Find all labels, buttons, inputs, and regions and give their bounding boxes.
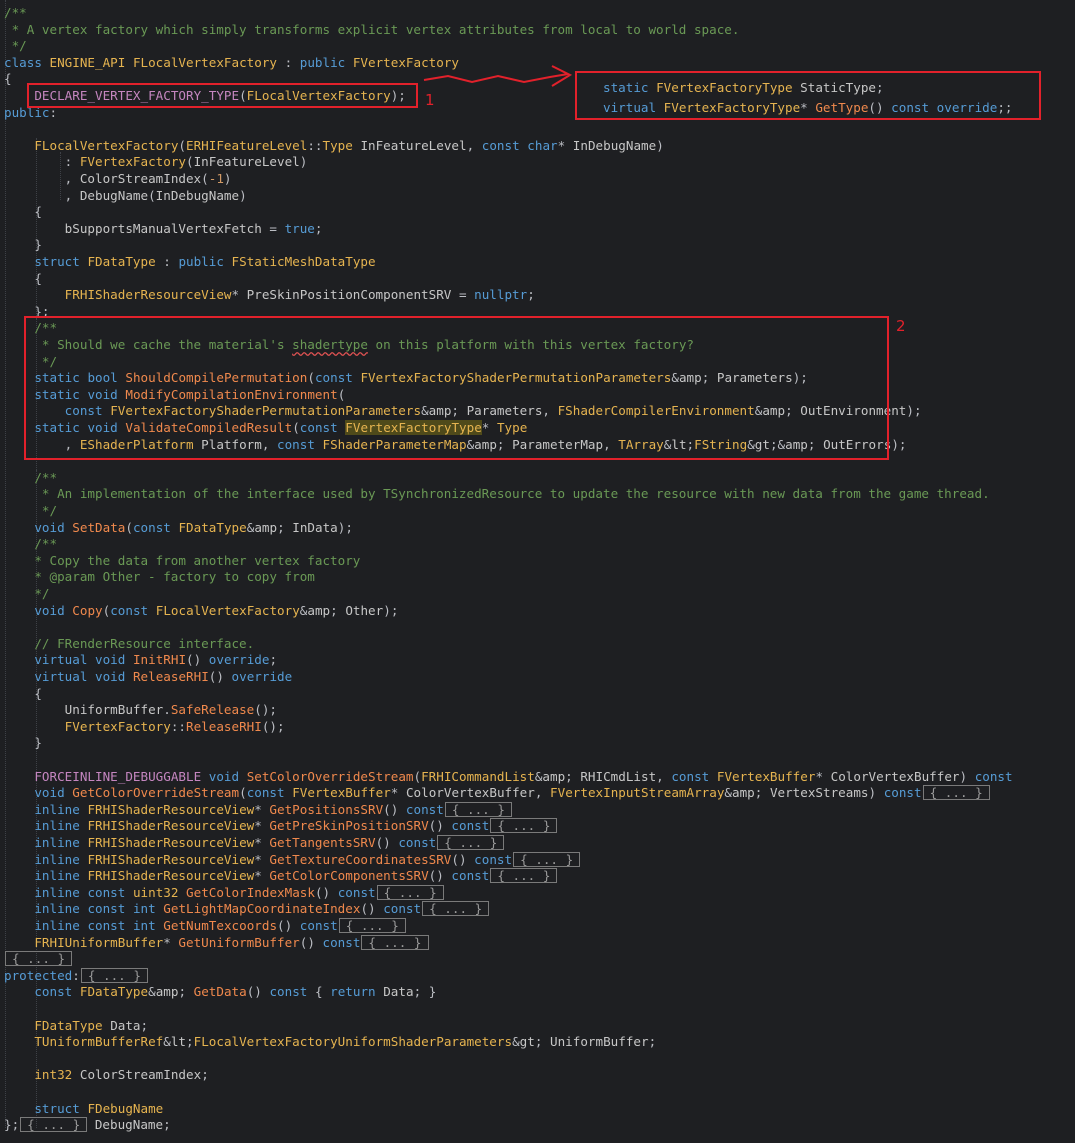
code-line-18[interactable]: FRHIShaderResourceView* PreSkinPositionC… xyxy=(4,286,535,303)
code-line-34[interactable]: * Copy the data from another vertex fact… xyxy=(4,552,360,569)
code-line-57[interactable]: FRHIUniformBuffer* GetUniformBuffer() co… xyxy=(4,934,429,951)
code-line-52[interactable]: inline FRHIShaderResourceView* GetTextur… xyxy=(4,851,581,868)
code-line-65[interactable]: int32 ColorStreamIndex; xyxy=(4,1066,208,1083)
code-line-45[interactable]: } xyxy=(4,734,42,751)
code-line-55[interactable]: inline const int GetLightMapCoordinateIn… xyxy=(4,900,490,917)
code-line-5[interactable]: { xyxy=(4,70,12,87)
code-line-17[interactable]: { xyxy=(4,270,42,287)
code-editor[interactable]: /** * A vertex factory which simply tran… xyxy=(0,0,1075,1143)
code-line-12[interactable]: , DebugName(InDebugName) xyxy=(4,187,247,204)
folded-code-block[interactable]: { ... } xyxy=(490,818,558,834)
code-line-36[interactable]: */ xyxy=(4,585,49,602)
code-line-53[interactable]: inline FRHIShaderResourceView* GetColorC… xyxy=(4,867,558,884)
annotation-box-declare-macro xyxy=(27,83,418,108)
folded-code-block[interactable]: { ... } xyxy=(80,967,148,983)
code-line-35[interactable]: * @param Other - factory to copy from xyxy=(4,568,315,585)
popup-line-get-type: virtual FVertexFactoryType* GetType() co… xyxy=(603,100,1013,115)
code-line-31[interactable]: */ xyxy=(4,502,57,519)
code-line-47[interactable]: FORCEINLINE_DEBUGGABLE void SetColorOver… xyxy=(4,768,1012,785)
code-line-42[interactable]: { xyxy=(4,685,42,702)
code-line-67[interactable]: struct FDebugName xyxy=(4,1100,163,1117)
code-line-30[interactable]: * An implementation of the interface use… xyxy=(4,485,990,502)
code-line-59[interactable]: protected:{ ... } xyxy=(4,967,148,984)
folded-code-block[interactable]: { ... } xyxy=(422,901,490,917)
code-line-4[interactable]: class ENGINE_API FLocalVertexFactory : p… xyxy=(4,54,459,71)
popup-line-static-type: static FVertexFactoryType StaticType; xyxy=(603,80,884,95)
folded-code-block[interactable]: { ... } xyxy=(20,1117,88,1133)
folded-code-block[interactable]: { ... } xyxy=(922,785,990,801)
code-line-11[interactable]: , ColorStreamIndex(-1) xyxy=(4,170,232,187)
code-line-2[interactable]: * A vertex factory which simply transfor… xyxy=(4,21,740,38)
folded-code-block[interactable]: { ... } xyxy=(338,918,406,933)
code-line-29[interactable]: /** xyxy=(4,469,57,486)
code-line-15[interactable]: } xyxy=(4,236,42,253)
folded-code-block[interactable]: { ... } xyxy=(361,934,429,950)
code-line-51[interactable]: inline FRHIShaderResourceView* GetTangen… xyxy=(4,834,505,851)
code-line-37[interactable]: void Copy(const FLocalVertexFactory&amp;… xyxy=(4,602,398,619)
code-line-48[interactable]: void GetColorOverrideStream(const FVerte… xyxy=(4,784,990,801)
code-line-43[interactable]: UniformBuffer.SafeRelease(); xyxy=(4,701,277,718)
code-line-50[interactable]: inline FRHIShaderResourceView* GetPreSki… xyxy=(4,817,558,834)
code-line-3[interactable]: */ xyxy=(4,37,27,54)
code-line-63[interactable]: TUniformBufferRef&lt;FLocalVertexFactory… xyxy=(4,1033,656,1050)
code-line-39[interactable]: // FRenderResource interface. xyxy=(4,635,254,652)
code-line-68[interactable]: };{ ... } DebugName; xyxy=(4,1116,171,1133)
code-line-40[interactable]: virtual void InitRHI() override; xyxy=(4,651,277,668)
code-line-58[interactable]: { ... } xyxy=(4,950,73,967)
code-line-16[interactable]: struct FDataType : public FStaticMeshDat… xyxy=(4,253,375,270)
code-line-13[interactable]: { xyxy=(4,203,42,220)
code-line-14[interactable]: bSupportsManualVertexFetch = true; xyxy=(4,220,323,237)
folded-code-block[interactable]: { ... } xyxy=(490,868,558,884)
code-line-33[interactable]: /** xyxy=(4,535,57,552)
code-line-60[interactable]: const FDataType&amp; GetData() const { r… xyxy=(4,983,436,1000)
code-line-32[interactable]: void SetData(const FDataType&amp; InData… xyxy=(4,519,353,536)
folded-code-block[interactable]: { ... } xyxy=(513,851,581,867)
code-line-56[interactable]: inline const int GetNumTexcoords() const… xyxy=(4,917,406,934)
folded-code-block[interactable]: { ... } xyxy=(5,951,73,967)
code-line-62[interactable]: FDataType Data; xyxy=(4,1017,148,1034)
code-line-54[interactable]: inline const uint32 GetColorIndexMask() … xyxy=(4,884,444,901)
annotation-box-static-functions xyxy=(24,316,889,460)
code-line-44[interactable]: FVertexFactory::ReleaseRHI(); xyxy=(4,718,285,735)
code-line-10[interactable]: : FVertexFactory(InFeatureLevel) xyxy=(4,153,308,170)
annotation-label-2: 2 xyxy=(896,317,906,335)
macro-expansion-popup: static FVertexFactoryType StaticType; vi… xyxy=(575,71,1041,120)
code-line-41[interactable]: virtual void ReleaseRHI() override xyxy=(4,668,292,685)
folded-code-block[interactable]: { ... } xyxy=(437,835,505,850)
folded-code-block[interactable]: { ... } xyxy=(444,801,512,817)
annotation-arrow xyxy=(423,65,573,87)
code-line-9[interactable]: FLocalVertexFactory(ERHIFeatureLevel::Ty… xyxy=(4,137,663,154)
code-line-49[interactable]: inline FRHIShaderResourceView* GetPositi… xyxy=(4,801,512,818)
code-line-1[interactable]: /** xyxy=(4,4,27,21)
folded-code-block[interactable]: { ... } xyxy=(376,884,444,900)
